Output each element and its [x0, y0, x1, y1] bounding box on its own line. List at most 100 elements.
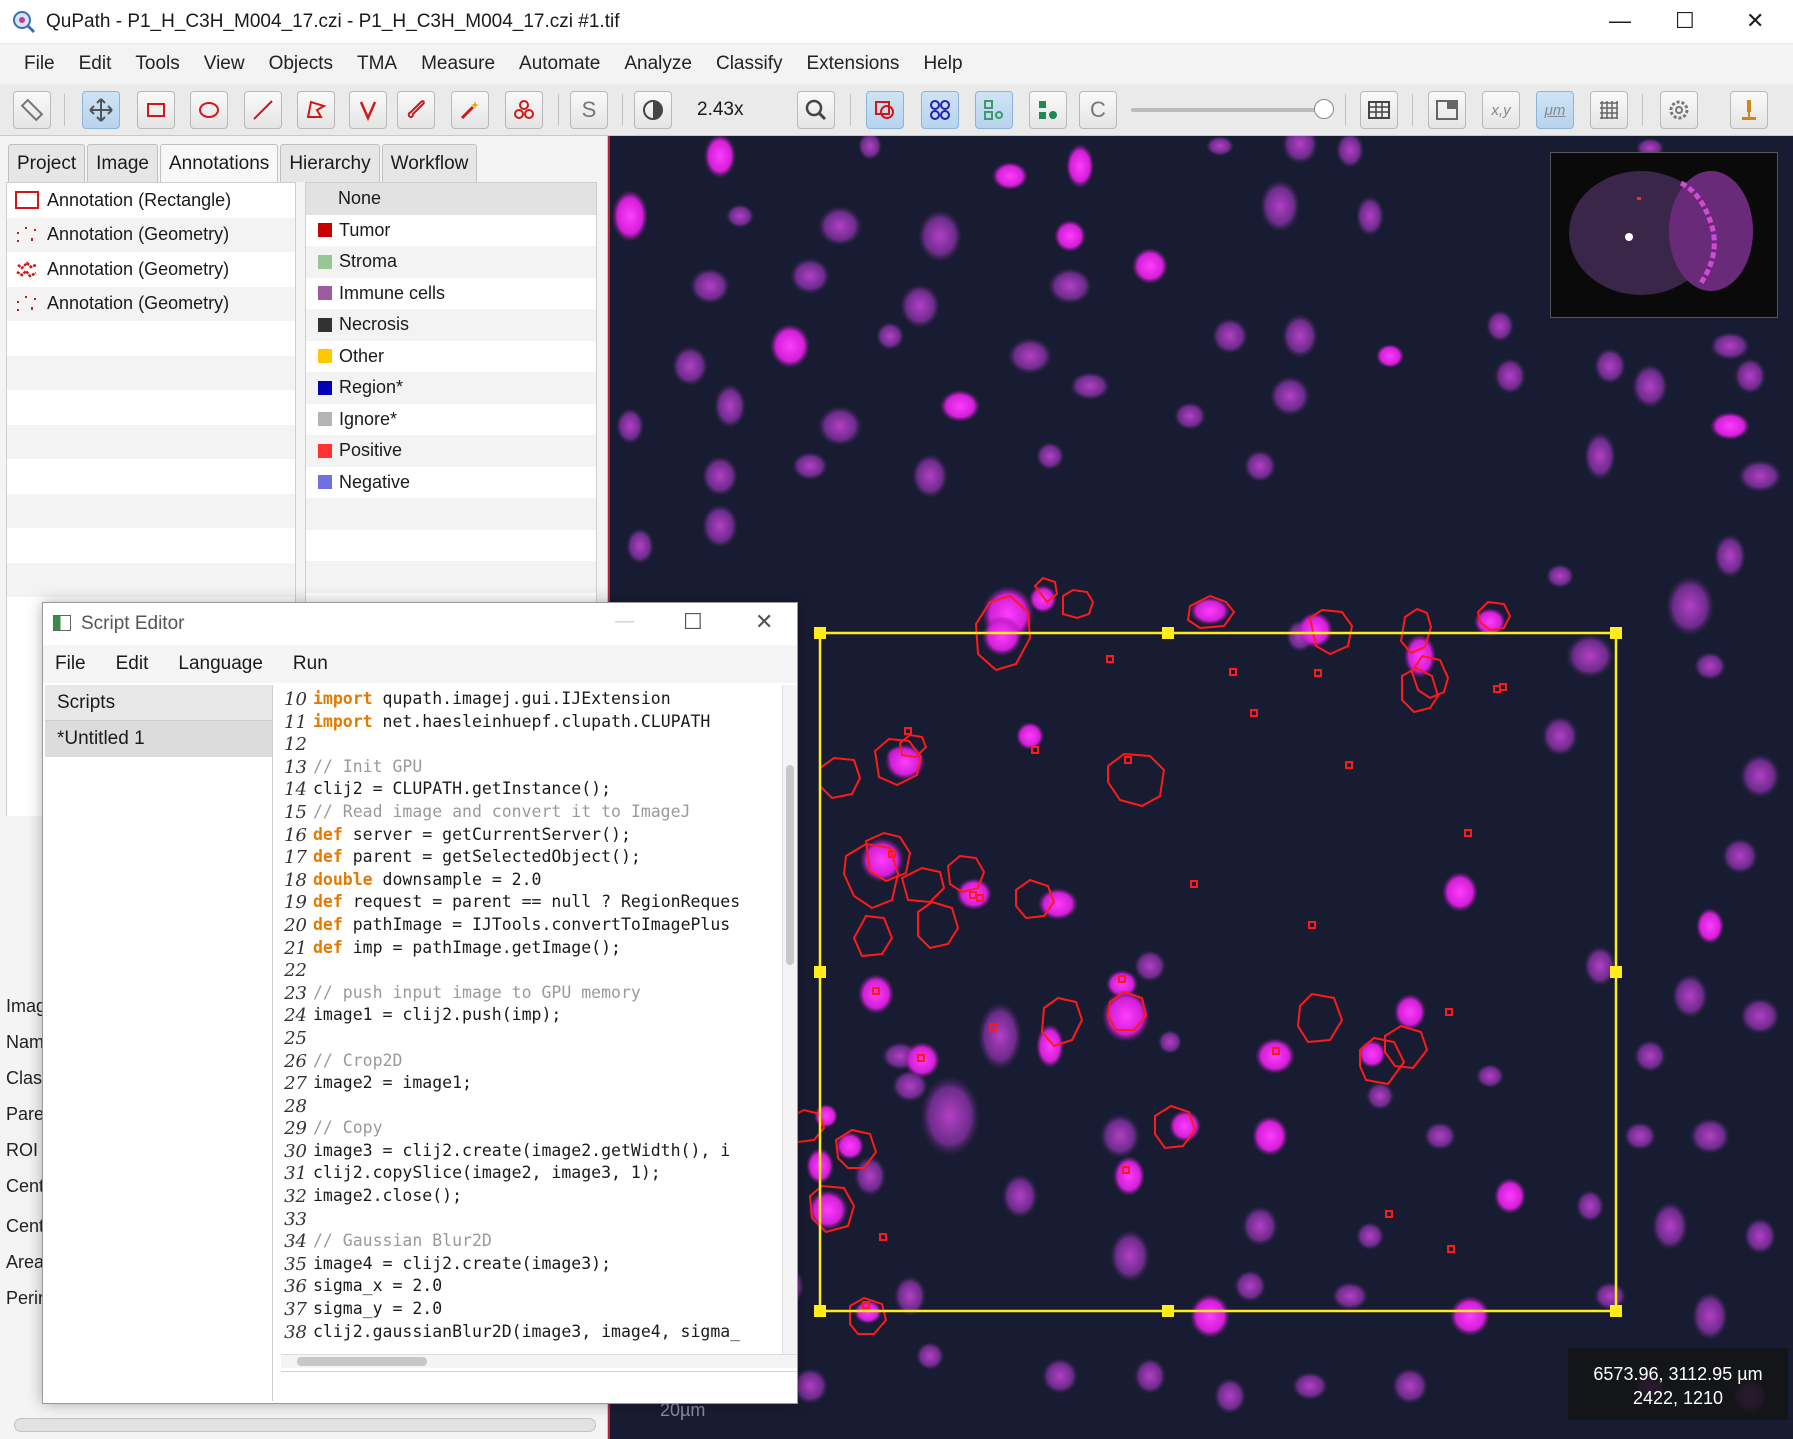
class-item-necrosis[interactable]: Necrosis [306, 309, 596, 341]
menu-edit[interactable]: Edit [116, 653, 149, 675]
code-line[interactable]: 20 def pathImage = IJTools.convertToImage… [281, 915, 778, 938]
show-detections-button[interactable] [975, 91, 1013, 129]
wand-tool-button[interactable] [451, 91, 489, 129]
class-item-none[interactable]: None [306, 183, 596, 215]
tab-annotations[interactable]: Annotations [159, 144, 279, 182]
code-line[interactable]: 36 sigma_x = 2.0 [281, 1276, 778, 1299]
show-overview-button[interactable] [1428, 91, 1466, 129]
menu-analyze[interactable]: Analyze [624, 53, 692, 75]
code-line[interactable]: 38 clij2.gaussianBlur2D(image3, image4, s… [281, 1322, 778, 1345]
close-button[interactable]: ✕ [755, 609, 773, 635]
menu-tools[interactable]: Tools [135, 53, 179, 75]
class-item-region[interactable]: Region* [306, 372, 596, 404]
code-line[interactable]: 11 import net.haesleinhuepf.clupath.CLUPA… [281, 712, 778, 735]
points-tool-button[interactable] [505, 91, 543, 129]
brightness-contrast-button[interactable] [634, 91, 672, 129]
code-line[interactable]: 37 sigma_y = 2.0 [281, 1299, 778, 1322]
horizontal-scrollbar[interactable] [14, 1418, 596, 1432]
code-line[interactable]: 15 // Read image and convert it to ImageJ [281, 802, 778, 825]
menu-classify[interactable]: Classify [716, 53, 783, 75]
console-pane[interactable] [281, 1371, 797, 1401]
code-line[interactable]: 33 [281, 1209, 778, 1232]
code-line[interactable]: 23 // push input image to GPU memory [281, 983, 778, 1006]
code-line[interactable]: 32 image2.close(); [281, 1186, 778, 1209]
code-line[interactable]: 26 // Crop2D [281, 1051, 778, 1074]
maximize-button[interactable]: ☐ [1675, 8, 1695, 34]
log-button[interactable] [1730, 91, 1768, 129]
show-annotations-button[interactable] [866, 91, 904, 129]
scripts-list[interactable]: Scripts *Untitled 1 [45, 685, 273, 1401]
code-line[interactable]: 17 def parent = getSelectedObject(); [281, 847, 778, 870]
minimize-button[interactable]: — [615, 611, 634, 633]
rectangle-tool-button[interactable] [137, 91, 175, 129]
code-line[interactable]: 18 double downsample = 2.0 [281, 870, 778, 893]
scrollbar-thumb[interactable] [786, 765, 794, 965]
show-grid-button[interactable] [1590, 91, 1628, 129]
menu-view[interactable]: View [204, 53, 245, 75]
code-editor[interactable]: 10 import qupath.imagej.gui.IJExtension 11… [281, 685, 778, 1354]
list-item[interactable]: Annotation (Geometry) [7, 286, 295, 321]
menu-tma[interactable]: TMA [357, 53, 397, 75]
ellipse-tool-button[interactable] [190, 91, 228, 129]
class-item-immune-cells[interactable]: Immune cells [306, 278, 596, 310]
tab-hierarchy[interactable]: Hierarchy [280, 144, 380, 182]
list-item[interactable]: Annotation (Rectangle) [7, 183, 295, 218]
show-tma-grid-button[interactable] [921, 91, 959, 129]
rectangle-annotation[interactable] [818, 631, 1618, 1313]
menu-language[interactable]: Language [178, 653, 263, 675]
class-item-other[interactable]: Other [306, 341, 596, 373]
menu-extensions[interactable]: Extensions [806, 53, 899, 75]
code-line[interactable]: 25 [281, 1028, 778, 1051]
maximize-button[interactable]: ☐ [683, 609, 703, 635]
class-item-ignore[interactable]: Ignore* [306, 404, 596, 436]
class-list[interactable]: None Tumor Stroma Immune cells Necrosis … [305, 182, 597, 622]
menu-edit[interactable]: Edit [79, 53, 112, 75]
menu-measure[interactable]: Measure [421, 53, 495, 75]
code-line[interactable]: 34 // Gaussian Blur2D [281, 1231, 778, 1254]
code-line[interactable]: 13 // Init GPU [281, 757, 778, 780]
preferences-button[interactable] [1660, 91, 1698, 129]
overview-thumbnail[interactable] [1550, 152, 1778, 318]
code-line[interactable]: 29 // Copy [281, 1118, 778, 1141]
show-connections-button[interactable]: C [1079, 91, 1117, 129]
opacity-slider-track[interactable] [1131, 108, 1331, 112]
code-line[interactable]: 28 [281, 1096, 778, 1119]
code-line[interactable]: 27 image2 = image1; [281, 1073, 778, 1096]
class-item-tumor[interactable]: Tumor [306, 215, 596, 247]
code-vertical-scrollbar[interactable] [782, 685, 797, 1354]
code-line[interactable]: 19 def request = parent == null ? RegionR… [281, 892, 778, 915]
scrollbar-thumb[interactable] [297, 1357, 427, 1366]
code-line[interactable]: 10 import qupath.imagej.gui.IJExtension [281, 689, 778, 712]
menu-automate[interactable]: Automate [519, 53, 600, 75]
opacity-slider-thumb[interactable] [1314, 99, 1334, 119]
menu-help[interactable]: Help [923, 53, 962, 75]
selection-mode-button[interactable]: S [570, 91, 608, 129]
close-button[interactable]: ✕ [1746, 8, 1764, 34]
code-line[interactable]: 21 def imp = pathImage.getImage(); [281, 938, 778, 961]
code-line[interactable]: 30 image3 = clij2.create(image2.getWidth(… [281, 1141, 778, 1164]
brush-tool-button[interactable] [397, 91, 435, 129]
code-line[interactable]: 24 image1 = clij2.push(imp); [281, 1005, 778, 1028]
annotation-handles[interactable] [814, 627, 1622, 1317]
code-line[interactable]: 16 def server = getCurrentServer(); [281, 825, 778, 848]
zoom-to-fit-button[interactable] [797, 91, 835, 129]
menu-objects[interactable]: Objects [269, 53, 333, 75]
measurement-table-button[interactable] [1360, 91, 1398, 129]
class-item-negative[interactable]: Negative [306, 467, 596, 499]
menu-file[interactable]: File [55, 653, 86, 675]
show-location-button[interactable]: x,y [1482, 91, 1520, 129]
script-item-untitled[interactable]: *Untitled 1 [45, 721, 272, 757]
code-line[interactable]: 22 [281, 960, 778, 983]
show-scalebar-button[interactable]: μm [1536, 91, 1574, 129]
tab-image[interactable]: Image [87, 144, 158, 182]
minimize-button[interactable]: — [1609, 8, 1631, 34]
class-item-stroma[interactable]: Stroma [306, 246, 596, 278]
move-tool-button[interactable] [82, 91, 120, 129]
tab-workflow[interactable]: Workflow [381, 144, 478, 182]
class-item-positive[interactable]: Positive [306, 435, 596, 467]
list-item[interactable]: Annotation (Geometry) [7, 217, 295, 252]
code-horizontal-scrollbar[interactable] [281, 1354, 797, 1368]
code-line[interactable]: 35 image4 = clij2.create(image3); [281, 1254, 778, 1277]
menu-run[interactable]: Run [293, 653, 328, 675]
polyline-tool-button[interactable] [349, 91, 387, 129]
